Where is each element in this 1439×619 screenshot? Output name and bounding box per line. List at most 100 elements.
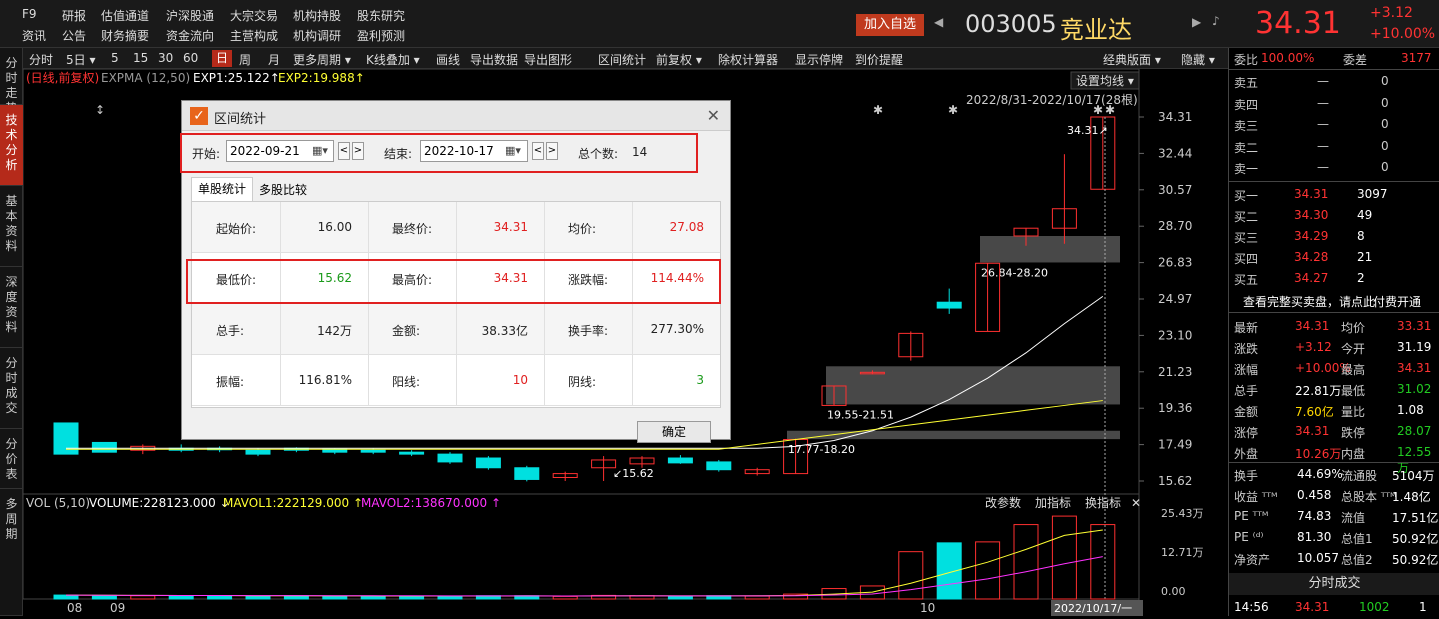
stat2-value: 17.51亿: [1392, 511, 1439, 525]
stat-label: 今开: [1341, 342, 1366, 356]
toolbar-item-13[interactable]: 导出图形: [524, 51, 572, 68]
stat-divider: [632, 304, 633, 355]
toolbar-item-10[interactable]: K线叠加 ▾: [366, 51, 420, 68]
toolbar-item-2[interactable]: 5: [111, 51, 119, 65]
stat2-label: 净资产: [1234, 553, 1271, 567]
sidebar-item-5[interactable]: 分价表: [0, 429, 23, 489]
top-menu2-2[interactable]: 财务摘要: [101, 27, 149, 44]
toolbar-item-18[interactable]: 到价提醒: [855, 51, 903, 68]
hide-button[interactable]: 隐藏 ▾: [1181, 51, 1215, 68]
sidebar-item-1[interactable]: 技术分析: [0, 105, 23, 186]
trade-vol: 1002: [1359, 600, 1390, 614]
sidebar-item-4[interactable]: 分时成交: [0, 348, 23, 429]
top-menu2-6[interactable]: 盈利预测: [357, 27, 405, 44]
calendar-icon[interactable]: ▦▾: [505, 144, 521, 157]
sell-price: —: [1317, 117, 1329, 131]
pay-link: 付费开通: [1373, 295, 1422, 309]
tab-single[interactable]: 单股统计: [191, 177, 253, 201]
toolbar-item-9[interactable]: 更多周期 ▾: [293, 51, 351, 68]
star-icon: ✱: [873, 103, 883, 117]
top-menu-0[interactable]: F9: [22, 7, 37, 21]
top-menu2-1[interactable]: 公告: [62, 27, 86, 44]
toolbar-item-6[interactable]: 日: [212, 50, 233, 67]
toolbar-item-17[interactable]: 显示停牌: [795, 51, 843, 68]
stat2-value: 1.48亿: [1392, 490, 1431, 504]
trade-count: 1: [1419, 600, 1427, 614]
start-prev-button[interactable]: <: [338, 142, 350, 160]
tab-multi[interactable]: 多股比较: [255, 179, 311, 201]
top-menu-2[interactable]: 估值通道: [101, 7, 149, 24]
orderbook-row: 买四 34.28 21: [1229, 247, 1439, 268]
stat2-label: PE ⁽ᵈ⁾: [1234, 530, 1264, 544]
top-menu-6[interactable]: 股东研究: [357, 7, 405, 24]
toolbar-item-3[interactable]: 15: [133, 51, 148, 65]
calendar-icon[interactable]: ▦▾: [312, 144, 328, 157]
layout-select[interactable]: 经典版面 ▾: [1103, 51, 1161, 68]
toolbar-item-7[interactable]: 周: [239, 51, 251, 68]
nav-left-icon[interactable]: ◀: [934, 15, 943, 29]
candle: [475, 457, 501, 469]
top-menu2-5[interactable]: 机构调研: [293, 27, 341, 44]
top-menu-4[interactable]: 大宗交易: [230, 7, 278, 24]
toolbar-item-12[interactable]: 导出数据: [470, 51, 518, 68]
diff-label: 委差: [1343, 53, 1368, 67]
ok-button[interactable]: 确定: [637, 421, 711, 443]
stat-divider: [544, 355, 545, 406]
stat-label: 量比: [1341, 405, 1366, 419]
set-ma-label: 设置均线 ▾: [1076, 74, 1134, 88]
toolbar-item-1[interactable]: 5日 ▾: [66, 51, 95, 68]
date-label: 09: [110, 601, 125, 615]
sidebar-item-6[interactable]: 多周期: [0, 489, 23, 616]
stat2-label: 流值: [1341, 511, 1366, 525]
top-menu2-3[interactable]: 资金流向: [166, 27, 214, 44]
stat2-value: 50.92亿: [1392, 553, 1439, 567]
stat2-label: 换手: [1234, 469, 1259, 483]
top-menu2-0[interactable]: 资讯: [22, 27, 46, 44]
orderbook-row: 收益 ᵀᵀᴹ 0.458 总股本 ᵀᵀᴹ 1.48亿: [1229, 485, 1439, 506]
trade-price: 34.31: [1295, 600, 1330, 614]
toolbar-item-8[interactable]: 月: [268, 51, 280, 68]
trade-time: 14:56: [1234, 600, 1269, 614]
top-menu-3[interactable]: 沪深股通: [166, 7, 214, 24]
end-prev-button[interactable]: <: [532, 142, 544, 160]
price-tick: 30.57: [1158, 183, 1192, 197]
bell-icon[interactable]: ♪: [1212, 14, 1220, 28]
diff-value: 3177: [1401, 51, 1432, 65]
toolbar-item-0[interactable]: 分时: [29, 51, 53, 68]
toolbar-item-11[interactable]: 画线: [436, 51, 460, 68]
toolbar-item-4[interactable]: 30: [158, 51, 173, 65]
top-menu-1[interactable]: 研报: [62, 7, 86, 24]
orderbook-row: PE ᵀᵀᴹ 74.83 流值 17.51亿: [1229, 506, 1439, 527]
sidebar-item-0[interactable]: 分时走势: [0, 48, 23, 115]
close-icon[interactable]: ✕: [707, 106, 720, 125]
low-label: ↙15.62: [613, 467, 654, 480]
toolbar-item-15[interactable]: 前复权 ▾: [656, 51, 702, 68]
stat-cell-label: 换手率:: [568, 324, 609, 338]
end-next-button[interactable]: >: [546, 142, 558, 160]
toolbar-item-16[interactable]: 除权计算器: [718, 51, 778, 68]
top-menu2-4[interactable]: 主营构成: [230, 27, 278, 44]
start-next-button[interactable]: >: [352, 142, 364, 160]
volume-bar: [399, 595, 425, 600]
toolbar-item-14[interactable]: 区间统计: [598, 51, 646, 68]
stat-label: 内盘: [1341, 447, 1366, 461]
buy-level: 买四: [1234, 252, 1259, 266]
sell-level: 卖五: [1234, 76, 1259, 90]
sell-vol: 0: [1381, 74, 1389, 88]
sidebar-item-2[interactable]: 基本资料: [0, 186, 23, 267]
price-tick: 19.36: [1158, 401, 1192, 415]
toolbar-item-5[interactable]: 60: [183, 51, 198, 65]
sidebar-item-3[interactable]: 深度资料: [0, 267, 23, 348]
stat-value: 10.26万: [1295, 447, 1342, 461]
order-panel: 委比 100.00% 委差 3177 卖五 — 0 卖四 — 0 卖三 — 0 卖二 — 0 卖一 — 0 买一 34.…: [1228, 48, 1439, 616]
add-watchlist-button[interactable]: 加入自选: [856, 14, 924, 36]
current-price: 34.31: [1255, 6, 1341, 41]
marker-icon: ↕: [95, 103, 105, 117]
stat2-value: 74.83: [1297, 509, 1332, 523]
nav-right-icon[interactable]: ▶: [1192, 15, 1201, 29]
stat-label: 最新: [1234, 321, 1259, 335]
candle: [514, 467, 540, 480]
top-menu-5[interactable]: 机构持股: [293, 7, 341, 24]
sell-price: —: [1317, 95, 1329, 110]
stat-cell-label: 最终价:: [392, 222, 433, 236]
